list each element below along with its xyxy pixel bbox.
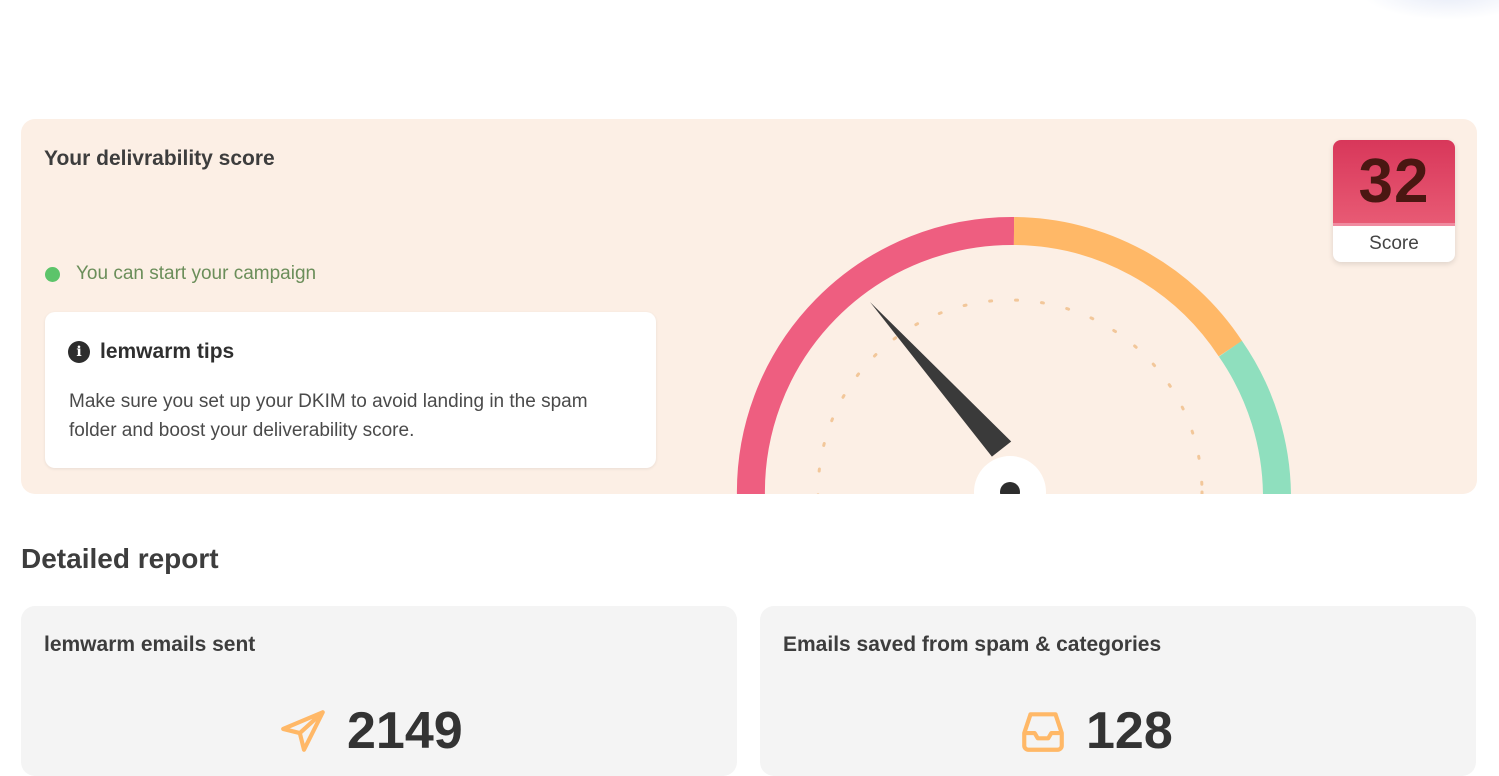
emails-sent-title: lemwarm emails sent [44, 633, 256, 656]
paper-plane-icon [281, 710, 325, 752]
score-gauge [736, 216, 1291, 494]
score-value: 32 [1358, 147, 1430, 216]
deliverability-score-panel: Your delivrability score You can start y… [21, 119, 1477, 494]
score-value-box: 32 [1333, 140, 1455, 226]
inbox-tray-icon [1022, 712, 1064, 752]
gauge-medium-segment [1013, 217, 1243, 357]
detailed-report-title: Detailed report [21, 543, 219, 574]
gauge-high-segment [1218, 340, 1291, 494]
emails-saved-title: Emails saved from spam & categories [783, 633, 1162, 656]
emails-sent-stat: 2149 [279, 701, 463, 761]
gauge-low-segment [736, 216, 1015, 494]
emails-sent-value: 2149 [347, 702, 463, 760]
emails-sent-card: lemwarm emails sent 2149 [21, 606, 737, 776]
score-label: Score [1369, 233, 1419, 254]
gauge-needle [870, 302, 1012, 457]
emails-saved-card: Emails saved from spam & categories 128 [760, 606, 1476, 776]
score-badge: 32 Score [1333, 140, 1455, 262]
background-glow [1359, 0, 1499, 20]
emails-saved-value: 128 [1086, 702, 1173, 760]
emails-saved-stat: 128 [1018, 701, 1173, 761]
